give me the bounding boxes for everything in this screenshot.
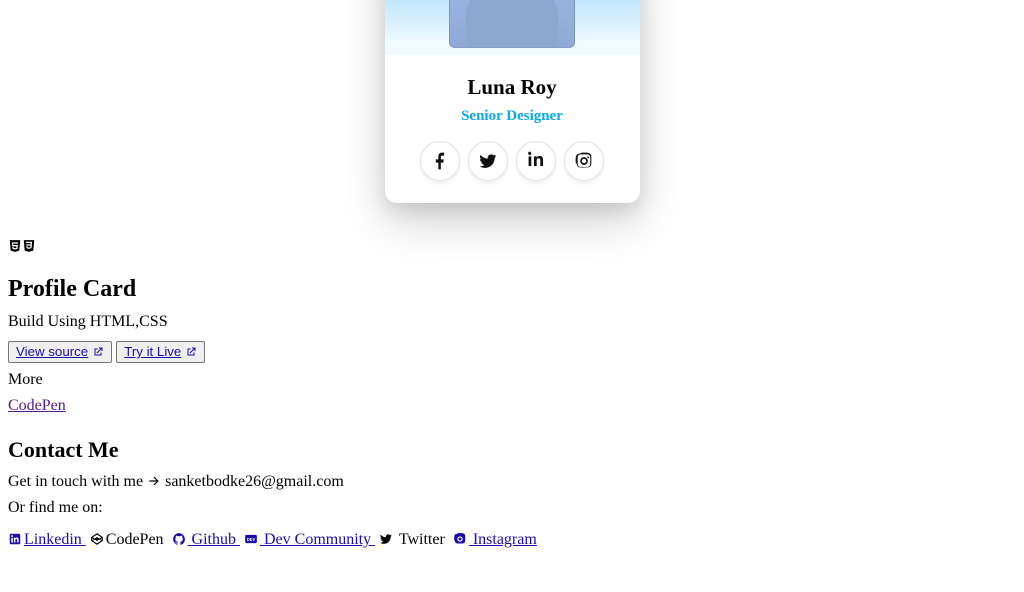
card-hero — [385, 0, 640, 55]
linkedin-link[interactable]: Linkedin — [8, 531, 86, 548]
more-label: More — [8, 371, 1016, 389]
profile-card: Luna Roy Senior Designer — [385, 0, 640, 203]
contact-heading: Contact Me — [8, 437, 1016, 463]
linkedin-icon — [8, 532, 22, 546]
github-label: Github — [192, 531, 236, 548]
facebook-icon[interactable] — [420, 141, 460, 181]
twitter-label: Twitter — [399, 531, 445, 548]
try-it-live-label: Try it Live — [124, 344, 181, 359]
social-row — [385, 141, 640, 181]
instagram-link[interactable]: Instagram — [453, 531, 537, 548]
html5-icon — [8, 239, 22, 253]
dev-community-link[interactable]: DEV Dev Community — [244, 531, 375, 548]
view-source-label: View source — [16, 344, 88, 359]
profile-role: Senior Designer — [385, 108, 640, 125]
profile-photo — [449, 0, 575, 48]
codepen-link-2[interactable]: CodePen — [90, 531, 168, 548]
github-icon — [172, 532, 186, 546]
contact-line: Get in touch with me sanketbodke26@gmail… — [8, 473, 1016, 491]
try-it-live-button[interactable]: Try it Live — [116, 341, 205, 363]
arrow-right-icon — [147, 474, 161, 488]
github-link[interactable]: Github — [172, 531, 240, 548]
view-source-button[interactable]: View source — [8, 341, 112, 363]
twitter-link[interactable]: Twitter — [379, 531, 449, 548]
linkedin-icon[interactable] — [516, 141, 556, 181]
instagram-label: Instagram — [473, 531, 537, 548]
instagram-icon[interactable] — [564, 141, 604, 181]
linkedin-label: Linkedin — [24, 531, 82, 548]
page-title: Profile Card — [8, 276, 1016, 303]
instagram-icon — [453, 532, 467, 546]
codepen-link[interactable]: CodePen — [8, 397, 66, 414]
find-me-label: Or find me on: — [8, 499, 1016, 517]
svg-text:DEV: DEV — [247, 537, 256, 542]
tech-icons — [8, 239, 1016, 258]
codepen-label: CodePen — [106, 531, 164, 548]
css3-icon — [22, 239, 36, 253]
twitter-icon[interactable] — [468, 141, 508, 181]
external-link-icon — [185, 346, 197, 358]
dev-label: Dev Community — [264, 531, 371, 548]
social-links: Linkedin CodePen Github DEV Dev Communit… — [8, 527, 1016, 553]
external-link-icon — [92, 346, 104, 358]
subtitle: Build Using HTML,CSS — [8, 313, 1016, 331]
codepen-icon — [90, 532, 104, 546]
contact-email: sanketbodke26@gmail.com — [165, 473, 344, 490]
profile-name: Luna Roy — [385, 75, 640, 100]
contact-prefix: Get in touch with me — [8, 473, 143, 490]
dev-icon: DEV — [244, 532, 258, 546]
twitter-icon — [379, 532, 393, 546]
